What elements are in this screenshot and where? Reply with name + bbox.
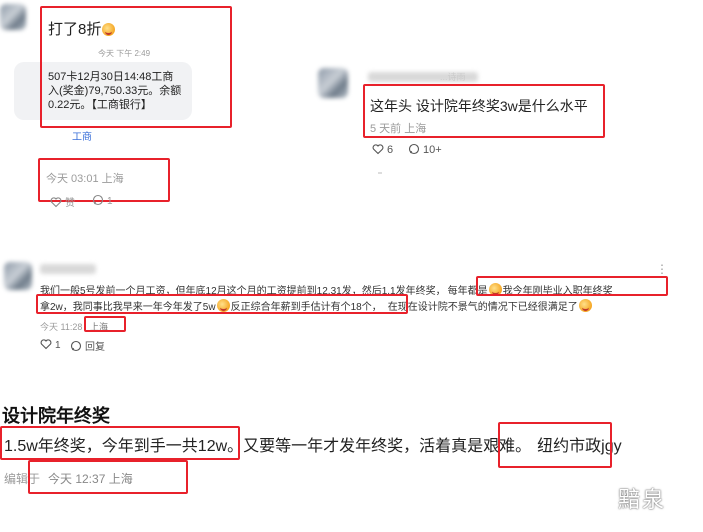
- watermark: 黯泉: [618, 487, 667, 512]
- like-count: 1: [55, 340, 61, 351]
- like-button[interactable]: 1: [40, 338, 61, 351]
- comment-icon: [92, 194, 104, 206]
- comment-button[interactable]: 10+: [408, 143, 442, 156]
- laugh-emoji-icon: [578, 299, 592, 312]
- avatar[interactable]: [318, 68, 348, 98]
- more-options-button[interactable]: ⋮: [656, 262, 668, 276]
- separator-dot: [378, 172, 382, 174]
- comment-text-2d: 在现在设计院不景气的情况下已经很满足了: [387, 302, 578, 313]
- comment-count: 10+: [423, 144, 442, 156]
- like-button[interactable]: 赞: [50, 194, 75, 209]
- comment-count: 1: [107, 196, 113, 207]
- post-text-b: 又要等一年才发年终奖，活着真是艰难。: [243, 438, 532, 455]
- heart-icon: [50, 197, 62, 208]
- username[interactable]: ...诗雨: [440, 70, 466, 83]
- comment-icon: [70, 340, 82, 352]
- highlight-box-bonus: [0, 426, 240, 460]
- bank-message-action[interactable]: 工商: [72, 128, 92, 143]
- highlight-box-comment-2: [36, 294, 408, 314]
- comment-time: 今天 11:28: [40, 322, 83, 332]
- highlight-box-time: [28, 460, 188, 494]
- highlight-box-author: [498, 422, 612, 468]
- avatar[interactable]: [4, 262, 32, 290]
- reply-button[interactable]: 回复: [70, 338, 105, 353]
- heart-icon: [40, 339, 52, 350]
- like-label: 赞: [65, 198, 75, 209]
- comment-icon: [408, 143, 420, 155]
- username-blurred: [40, 264, 96, 274]
- heart-icon: [372, 144, 384, 155]
- comment-button[interactable]: 1: [92, 194, 113, 207]
- reply-label: 回复: [85, 342, 105, 353]
- avatar[interactable]: [0, 4, 26, 30]
- highlight-box-question: [363, 84, 605, 138]
- highlight-box-location: [84, 316, 126, 332]
- highlight-box-message: [40, 6, 232, 128]
- highlight-box-comment-1: [476, 276, 668, 296]
- post-title: 设计院年终奖: [2, 406, 110, 426]
- like-count: 6: [387, 144, 394, 156]
- like-button[interactable]: 6: [372, 143, 393, 156]
